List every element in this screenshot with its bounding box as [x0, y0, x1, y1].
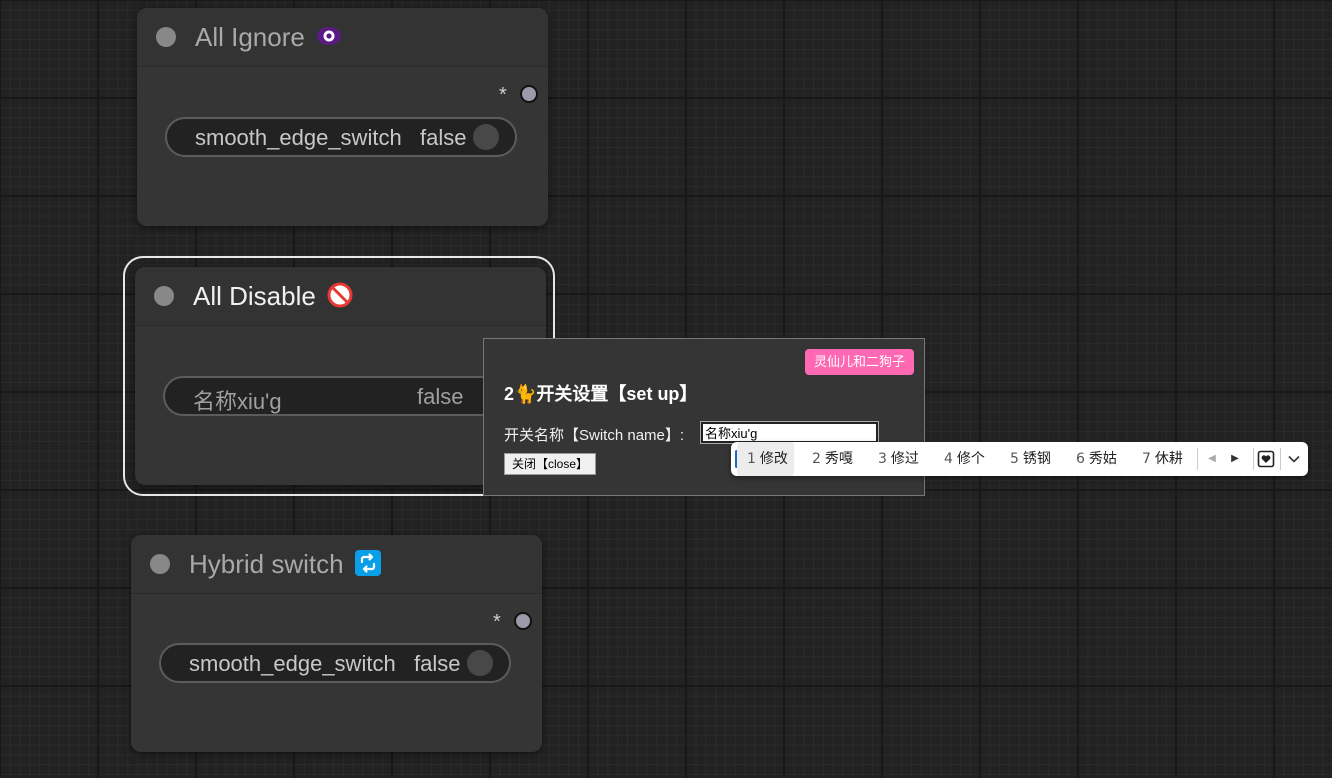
widget-label: 名称xiu'g: [193, 389, 282, 414]
ime-candidate[interactable]: 2 秀嘎: [812, 442, 853, 476]
widget-value: false: [417, 384, 464, 409]
output-label: *: [493, 611, 501, 633]
ime-separator: [1197, 448, 1198, 470]
node-title: Hybrid switch: [189, 549, 344, 579]
ime-candidate[interactable]: 4 修个: [944, 442, 985, 476]
collapse-dot[interactable]: [156, 27, 176, 47]
ime-separator: [1253, 448, 1254, 470]
widget-label: smooth_edge_switch: [195, 125, 402, 150]
node-title: All Disable: [193, 281, 316, 311]
widget-label: smooth_edge_switch: [189, 651, 396, 676]
collapse-dot[interactable]: [150, 554, 170, 574]
widget-value: false: [414, 651, 461, 676]
author-badge: 灵仙儿和二狗子: [804, 349, 914, 375]
eye-icon: [317, 27, 342, 45]
node-title-bar[interactable]: Hybrid switch: [131, 535, 542, 594]
switch-name-input[interactable]: [700, 421, 879, 444]
collapse-dot[interactable]: [154, 286, 174, 306]
node-hybrid-switch[interactable]: Hybrid switch * smooth_edge_switch false: [131, 535, 542, 752]
toggle-knob[interactable]: [473, 124, 499, 150]
dialog-title: 2🐈开关设置【set up】: [504, 384, 698, 404]
toggle-widget[interactable]: smooth_edge_switch false: [165, 117, 517, 157]
ime-candidate[interactable]: 3 修过: [878, 442, 919, 476]
widget-value: false: [420, 125, 467, 150]
node-title: All Ignore: [195, 22, 305, 52]
node-all-ignore[interactable]: All Ignore * smooth_edge_switch false: [137, 8, 548, 226]
ime-candidate[interactable]: 6 秀姑: [1076, 442, 1117, 476]
node-title-bar[interactable]: All Ignore: [137, 8, 548, 67]
ime-candidate[interactable]: 5 锈钢: [1010, 442, 1051, 476]
output-label: *: [499, 84, 507, 106]
toggle-widget[interactable]: smooth_edge_switch false: [159, 643, 511, 683]
ime-candidate-bar: 1 修改 2 秀嘎 3 修过 4 修个 5 锈钢 6 秀姑 7 休耕 ◀ ▶: [731, 442, 1308, 476]
toggle-widget[interactable]: 名称xiu'g false: [163, 376, 515, 416]
node-title-bar[interactable]: All Disable: [135, 267, 546, 326]
ime-separator: [1280, 448, 1281, 470]
heart-box-icon[interactable]: [1257, 450, 1275, 468]
next-page-icon[interactable]: ▶: [1228, 442, 1242, 476]
switch-name-label: 开关名称【Switch name】:: [504, 427, 685, 444]
ime-candidate[interactable]: 7 休耕: [1142, 442, 1183, 476]
toggle-knob[interactable]: [467, 650, 493, 676]
prohibited-icon: [327, 282, 353, 308]
output-slot[interactable]: [520, 85, 538, 103]
repeat-icon: [354, 550, 381, 576]
chevron-down-icon[interactable]: [1287, 452, 1301, 466]
prev-page-icon[interactable]: ◀: [1205, 442, 1219, 476]
close-button[interactable]: 关闭【close】: [504, 453, 597, 475]
ime-candidate[interactable]: 1 修改: [737, 442, 794, 476]
output-slot[interactable]: [514, 612, 532, 630]
